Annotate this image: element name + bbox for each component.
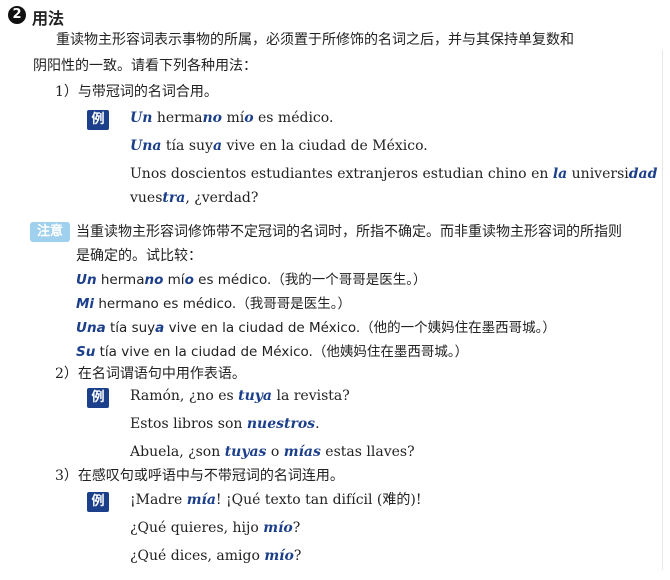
sentence-text: estas llaves? <box>320 444 415 460</box>
sentence-text: universi <box>567 166 629 182</box>
example-3-sentence-1: ¡Madre mía! ¡Qué texto tan difícil (难的)! <box>130 488 421 512</box>
highlighted-word: tuya <box>238 388 273 404</box>
sentence-text: vues <box>130 190 163 206</box>
example-badge-3: 例 <box>87 492 109 512</box>
example-2-sentence-1: Ramón, ¿no es tuya la revista? <box>130 384 350 408</box>
highlighted-word: Una <box>76 320 106 336</box>
example-2-sentence-3: Abuela, ¿son tuyas o mías estas llaves? <box>130 440 415 464</box>
sentence-text: vive en la ciudad de México. <box>222 138 428 154</box>
sentence-text: vive en la ciudad de México.（他的一个姨妈住在墨西哥… <box>164 320 556 336</box>
sentence-text: Abuela, ¿son <box>130 444 225 460</box>
note-compare-4: Su tía vive en la ciudad de México.（他姨妈住… <box>76 340 468 364</box>
sentence-text: herma <box>152 110 203 126</box>
example-3-sentence-3: ¿Qué dices, amigo mío? <box>130 544 301 568</box>
example-1-sentence-2: Una tía suya vive en la ciudad de México… <box>130 134 428 158</box>
sentence-text: mí <box>222 110 245 126</box>
highlighted-word: o <box>184 272 194 288</box>
usage-2-heading: 2）在名词谓语句中用作表语。 <box>55 366 246 382</box>
sentence-text: tía vive en la ciudad de México.（他姨妈住在墨西… <box>95 344 469 360</box>
note-line-1: 当重读物主形容词修饰带不定冠词的名词时，所指不确定。而非重读物主形容词的所指则 <box>76 224 622 240</box>
sentence-text: tía suy <box>105 320 156 336</box>
highlighted-word: nuestros <box>246 416 316 432</box>
highlighted-word: mío <box>264 548 294 564</box>
sentence-text: ¿Qué quieres, hijo <box>130 520 264 536</box>
note-compare-3: Una tía suya vive en la ciudad de México… <box>76 316 556 340</box>
highlighted-word: Un <box>76 272 97 288</box>
section-title: 用法 <box>32 9 65 28</box>
highlighted-word: a <box>155 320 165 336</box>
sentence-text: hermano es médico.（我哥哥是医生。） <box>94 296 351 312</box>
example-1-sentence-1: Un hermano mío es médico. <box>130 106 333 130</box>
highlighted-word: la <box>552 166 568 182</box>
highlighted-word: Su <box>76 344 96 360</box>
sentence-text: Ramón, ¿no es <box>130 388 239 404</box>
highlighted-word: Mi <box>76 296 95 312</box>
highlighted-word: mía <box>186 492 216 508</box>
highlighted-word: no <box>202 110 222 126</box>
highlighted-word: Un <box>130 110 153 126</box>
note-compare-1: Un hermano mío es médico.（我的一个哥哥是医生。） <box>76 268 427 292</box>
highlighted-word: mías <box>283 444 321 460</box>
page-edge-rule <box>662 50 663 570</box>
note-line-2: 是确定的。试比较： <box>76 248 202 264</box>
sentence-text: , ¿verdad? <box>185 190 259 206</box>
highlighted-word: mío <box>263 520 293 536</box>
example-2-sentence-2: Estos libros son nuestros. <box>130 412 320 436</box>
example-1-sentence-3-line-1: Unos doscientos estudiantes extranjeros … <box>130 162 657 186</box>
sentence-text: ? <box>293 548 302 564</box>
intro-line-1: 重读物主形容词表示事物的所属，必须置于所修饰的名词之后，并与其保持单复数和 <box>56 32 574 48</box>
sentence-text: ¿Qué dices, amigo <box>130 548 265 564</box>
sentence-text: ¡Madre <box>130 492 187 508</box>
highlighted-word: o <box>244 110 254 126</box>
highlighted-word: no <box>144 272 164 288</box>
sentence-text: . <box>315 416 320 432</box>
example-3-sentence-2: ¿Qué quieres, hijo mío? <box>130 516 300 540</box>
sentence-text: ? <box>292 520 301 536</box>
highlighted-word: dad <box>628 166 658 182</box>
sentence-text: ! ¡Qué texto tan difícil (难的)! <box>215 492 422 508</box>
sentence-text: Unos doscientos estudiantes extranjeros … <box>130 166 553 182</box>
example-badge-1: 例 <box>87 110 109 130</box>
usage-3-heading: 3）在感叹句或呼语中与不带冠词的名词连用。 <box>55 468 344 484</box>
highlighted-word: a <box>212 138 223 154</box>
sentence-text: la revista? <box>272 388 350 404</box>
sentence-text: tía suy <box>161 138 213 154</box>
note-badge: 注意 <box>30 222 70 242</box>
example-badge-2: 例 <box>87 388 109 408</box>
sentence-text: Estos libros son <box>130 416 247 432</box>
highlighted-word: tra <box>162 190 186 206</box>
sentence-text: mí <box>163 272 185 288</box>
sentence-text: herma <box>96 272 145 288</box>
note-compare-2: Mi hermano es médico.（我哥哥是医生。） <box>76 292 351 316</box>
sentence-text: es médico. <box>253 110 334 126</box>
sentence-text: es médico.（我的一个哥哥是医生。） <box>193 272 427 288</box>
intro-line-2: 阴阳性的一致。请看下列各种用法： <box>33 58 257 74</box>
highlighted-word: tuyas <box>224 444 267 460</box>
usage-1-heading: 1）与带冠词的名词合用。 <box>55 84 218 100</box>
sentence-text: o <box>266 444 284 460</box>
example-1-sentence-3-line-2: vuestra, ¿verdad? <box>130 186 258 210</box>
highlighted-word: Una <box>130 138 162 154</box>
section-number-badge: 2 <box>8 6 26 24</box>
